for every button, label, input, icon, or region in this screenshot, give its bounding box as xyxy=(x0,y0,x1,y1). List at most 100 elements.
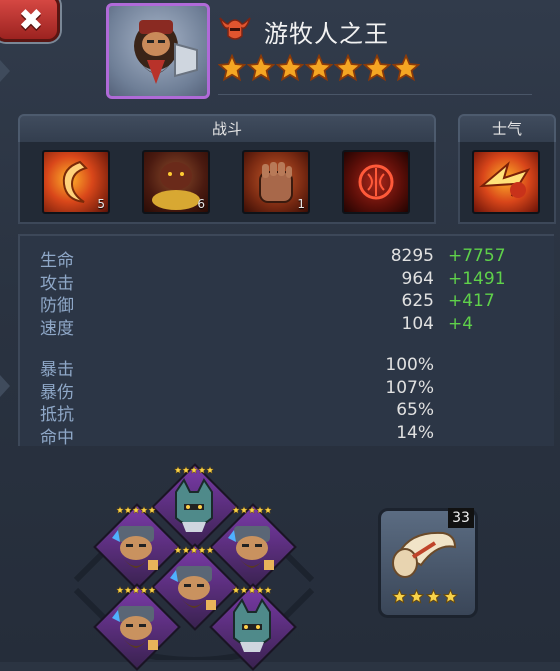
star-icon xyxy=(174,466,182,474)
star-icon xyxy=(363,54,391,82)
horned-helmet-icon xyxy=(219,17,251,40)
fire-claw-icon xyxy=(62,160,88,203)
dwarf-warrior-icon xyxy=(112,606,158,650)
star-icon xyxy=(140,506,148,514)
star-icon xyxy=(240,586,248,594)
stat-row: 攻击 964 +1491 xyxy=(0,269,560,294)
hero-stars xyxy=(218,54,420,82)
star-icon xyxy=(276,54,304,82)
stat-row: 生命 8295 +7757 xyxy=(0,246,560,271)
skill-slot[interactable]: 5 xyxy=(42,150,110,214)
star-icon xyxy=(190,546,198,554)
stat-bonus: +1491 xyxy=(448,269,506,289)
stat-value: 107% xyxy=(385,378,434,398)
skill-slot[interactable]: 6 xyxy=(142,150,210,214)
stat-bonus: +417 xyxy=(448,291,495,311)
artifact-count: 33 xyxy=(448,508,474,528)
divider xyxy=(218,94,532,95)
skill-level: 5 xyxy=(97,197,105,211)
stat-label: 速度 xyxy=(40,319,74,339)
star-icon xyxy=(182,466,190,474)
star-icon xyxy=(443,589,458,604)
unit-stars xyxy=(174,466,214,474)
star-icon xyxy=(124,586,132,594)
star-icon xyxy=(124,506,132,514)
stat-label: 防御 xyxy=(40,296,74,316)
star-icon xyxy=(206,466,214,474)
star-icon xyxy=(264,586,272,594)
stat-value: 625 xyxy=(401,291,434,311)
star-icon xyxy=(148,506,156,514)
star-icon xyxy=(218,54,246,82)
close-button[interactable]: ✖ xyxy=(0,0,60,42)
stat-value: 104 xyxy=(401,314,434,334)
star-icon xyxy=(264,506,272,514)
star-icon xyxy=(392,54,420,82)
stat-value: 8295 xyxy=(390,246,434,266)
stat-row: 暴伤 107% xyxy=(0,378,560,403)
star-icon xyxy=(232,506,240,514)
stat-row: 防御 625 +417 xyxy=(0,291,560,316)
star-icon xyxy=(206,546,214,554)
stat-row: 速度 104 +4 xyxy=(0,314,560,339)
star-icon xyxy=(256,506,264,514)
star-icon xyxy=(248,506,256,514)
gold-beast-icon xyxy=(152,162,200,210)
dwarf-warrior-icon xyxy=(228,526,274,570)
unit-stars xyxy=(174,546,214,554)
star-icon xyxy=(240,506,248,514)
stat-bonus: +4 xyxy=(448,314,474,334)
star-icon xyxy=(140,586,148,594)
star-icon xyxy=(182,546,190,554)
star-icon xyxy=(232,586,240,594)
stat-label: 命中 xyxy=(40,428,74,448)
stat-bonus: +7757 xyxy=(448,246,506,266)
fire-dash-icon xyxy=(479,161,531,198)
star-icon xyxy=(174,546,182,554)
unit-stars xyxy=(232,506,272,514)
morale-skill-slot[interactable] xyxy=(472,150,540,214)
axe-icon xyxy=(174,42,198,78)
star-icon xyxy=(256,586,264,594)
star-icon xyxy=(426,589,441,604)
unit-stars xyxy=(116,586,156,594)
artifact-stars xyxy=(392,589,458,604)
star-icon xyxy=(248,586,256,594)
skill-slot[interactable] xyxy=(342,150,410,214)
skill-level: 6 xyxy=(197,197,205,211)
star-icon xyxy=(116,506,124,514)
star-icon xyxy=(305,54,333,82)
star-icon xyxy=(392,589,407,604)
wolf-helmet-icon xyxy=(175,478,213,532)
unit-stars xyxy=(116,506,156,514)
star-icon xyxy=(198,546,206,554)
skill-level: 1 xyxy=(297,197,305,211)
stat-value: 964 xyxy=(401,269,434,289)
stat-row: 抵抗 65% xyxy=(0,400,560,425)
star-icon xyxy=(334,54,362,82)
wolf-helmet-icon xyxy=(233,598,271,652)
stat-value: 14% xyxy=(396,423,434,443)
dwarf-warrior-icon xyxy=(112,526,158,570)
hero-name: 游牧人之王 xyxy=(264,20,389,48)
hero-portrait xyxy=(106,3,210,99)
star-icon xyxy=(116,586,124,594)
war-horn-icon xyxy=(392,531,457,578)
skill-slot[interactable]: 1 xyxy=(242,150,310,214)
rune-circle-icon xyxy=(358,164,394,200)
star-icon xyxy=(190,466,198,474)
stat-label: 暴击 xyxy=(40,360,74,380)
close-icon: ✖ xyxy=(18,2,44,38)
star-icon xyxy=(132,586,140,594)
star-icon xyxy=(409,589,424,604)
stat-label: 生命 xyxy=(40,251,74,271)
unit-stars xyxy=(232,586,272,594)
dwarf-warrior-icon xyxy=(170,566,216,610)
stone-fist-icon xyxy=(259,162,293,203)
star-icon xyxy=(198,466,206,474)
stat-value: 100% xyxy=(385,355,434,375)
stat-value: 65% xyxy=(396,400,434,420)
stat-label: 抵抗 xyxy=(40,405,74,425)
stat-row: 命中 14% xyxy=(0,423,560,448)
star-icon xyxy=(148,586,156,594)
